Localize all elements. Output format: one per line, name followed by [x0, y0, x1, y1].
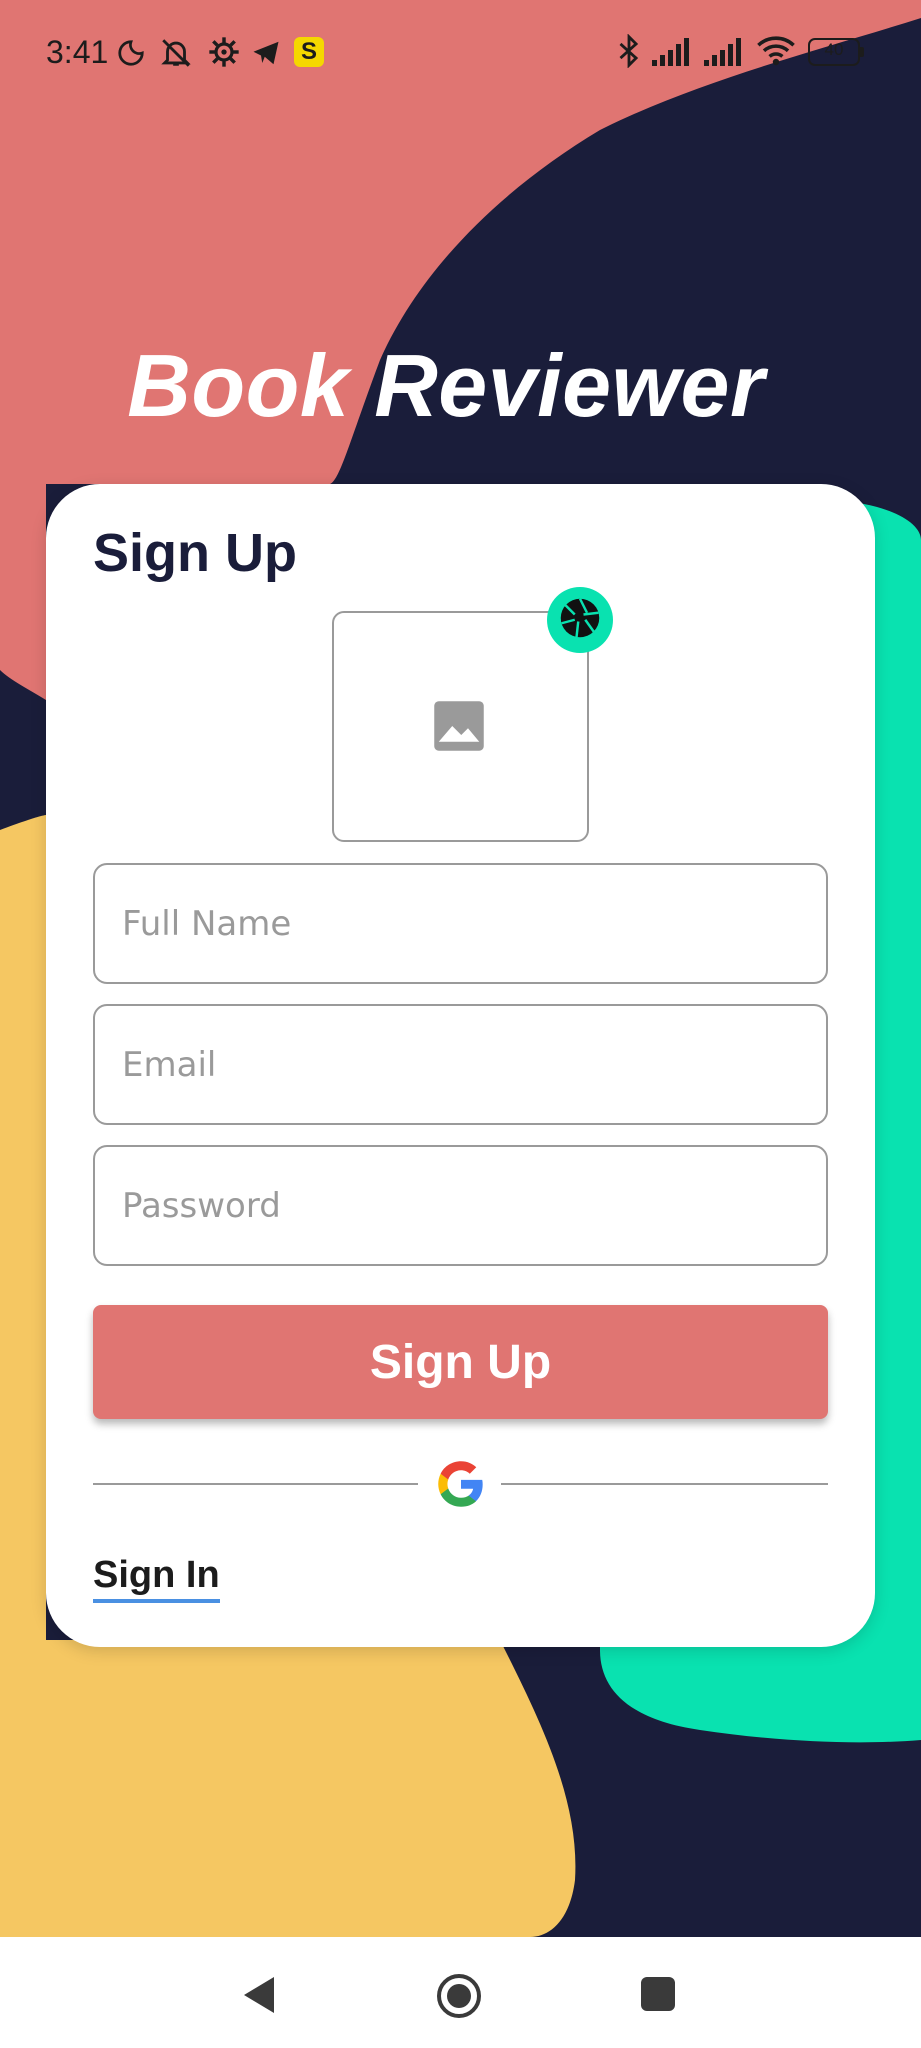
wifi-icon: [756, 34, 796, 71]
email-field[interactable]: [93, 1004, 828, 1125]
recents-icon[interactable]: [641, 1977, 675, 2016]
image-placeholder-icon: [432, 699, 486, 753]
home-icon[interactable]: [436, 1973, 482, 2024]
profile-photo-picker[interactable]: [332, 611, 589, 842]
sign-up-button[interactable]: Sign Up: [93, 1305, 828, 1419]
battery-level-text: 40: [824, 40, 844, 59]
divider-left: [93, 1483, 418, 1485]
s-app-icon: S: [294, 37, 324, 67]
status-time: 3:41: [46, 34, 109, 70]
full-name-input[interactable]: [95, 865, 826, 982]
sign-in-link[interactable]: Sign In: [93, 1554, 220, 1603]
card-title: Sign Up: [93, 523, 297, 583]
navigation-bar: [0, 1937, 921, 2048]
camera-button[interactable]: [547, 587, 613, 653]
back-icon[interactable]: [240, 1975, 278, 2020]
app-title: Book Reviewer: [127, 336, 765, 435]
status-bar: 3:41 S 40: [0, 0, 921, 104]
bell-off-icon: [158, 36, 194, 75]
divider-right: [501, 1483, 828, 1485]
password-field[interactable]: [93, 1145, 828, 1266]
google-icon[interactable]: [435, 1458, 487, 1510]
signal-icon: [704, 38, 746, 71]
email-input[interactable]: [95, 1006, 826, 1123]
bluetooth-icon: [616, 33, 642, 73]
telegram-icon: [250, 38, 282, 73]
gear-icon: [208, 36, 240, 73]
signup-card: Sign Up Sign Up: [46, 484, 875, 1647]
signal-icon: [652, 38, 694, 71]
camera-aperture-icon: [559, 597, 601, 644]
battery-icon: 40: [808, 38, 864, 66]
full-name-field[interactable]: [93, 863, 828, 984]
password-input[interactable]: [95, 1147, 826, 1264]
moon-icon: [116, 38, 146, 73]
